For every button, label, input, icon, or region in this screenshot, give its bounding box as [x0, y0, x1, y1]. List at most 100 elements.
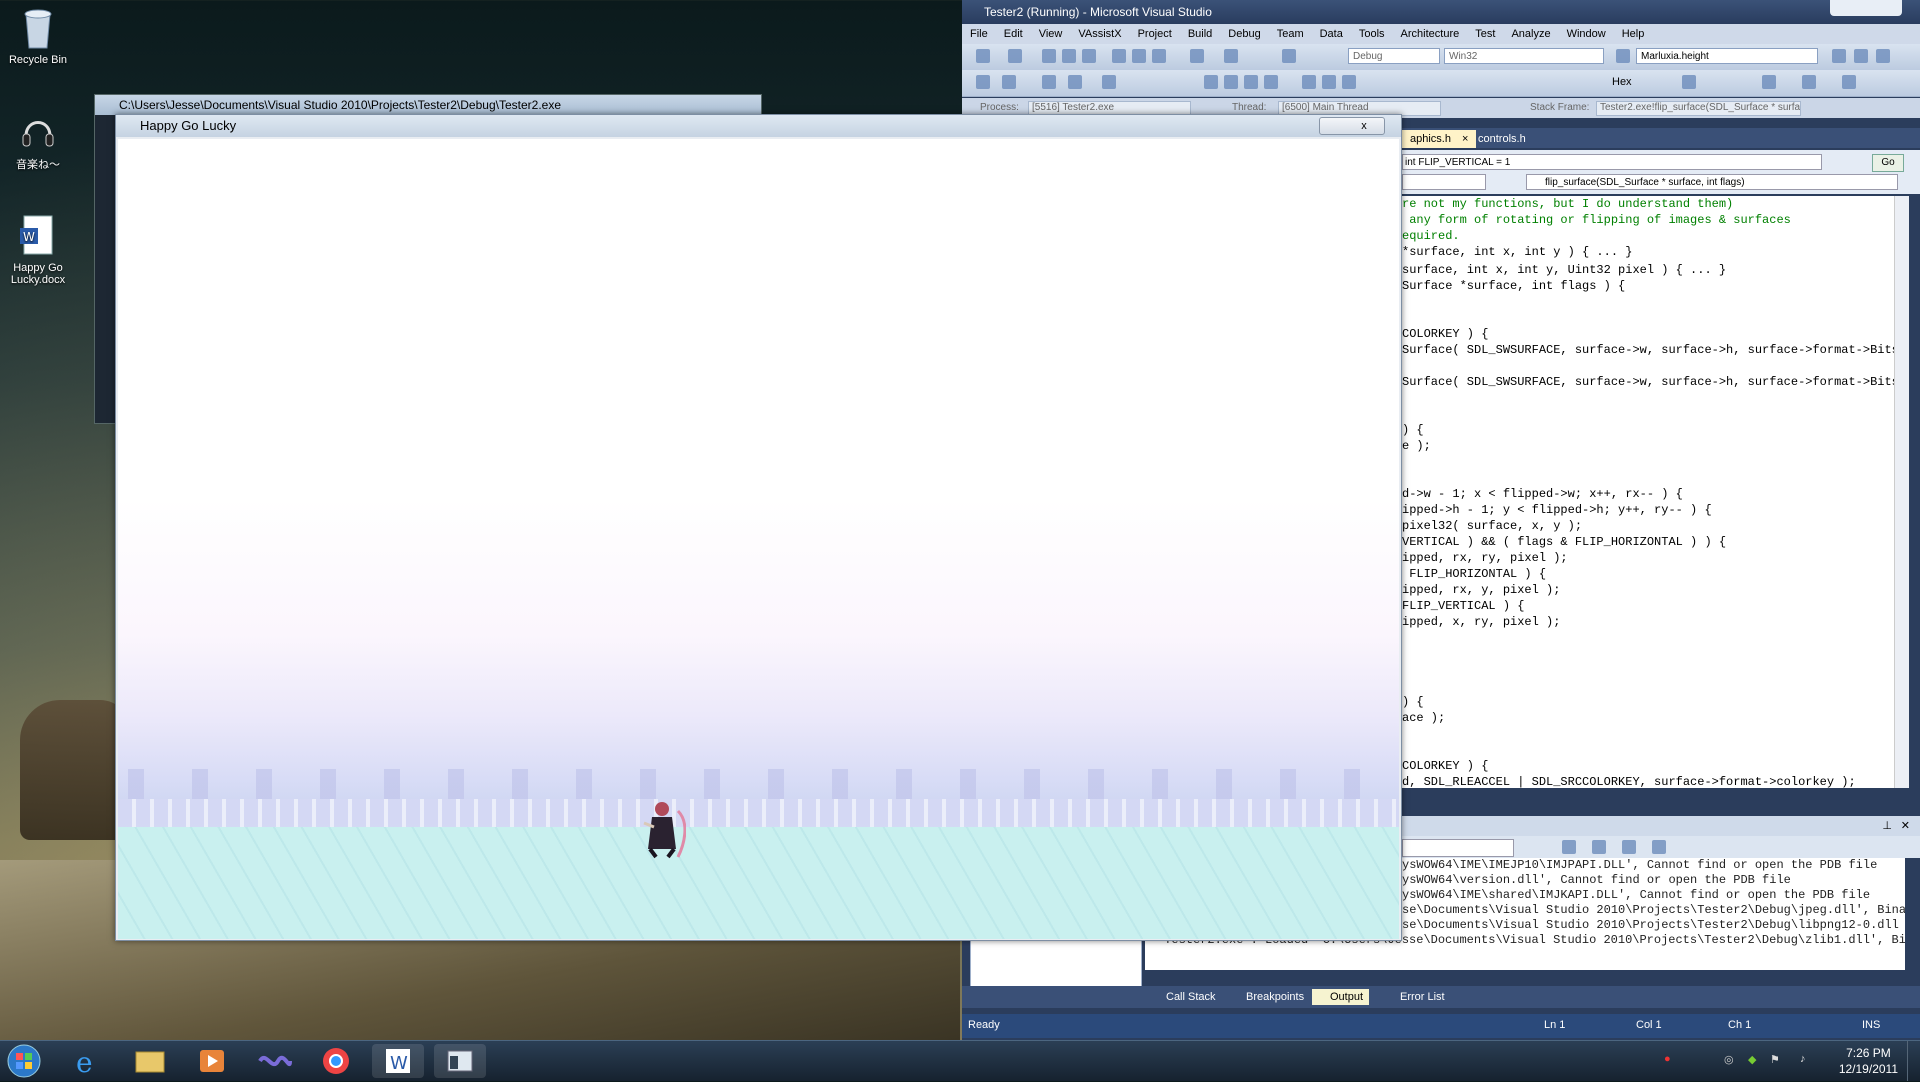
tab-error-list[interactable]: Error List	[1382, 989, 1445, 1005]
paste-icon[interactable]	[1152, 49, 1166, 63]
platform-select[interactable]: Win32	[1444, 48, 1604, 64]
console-app-icon[interactable]	[434, 1044, 486, 1078]
desktop-icon-docx[interactable]: W Happy Go Lucky.docx	[0, 214, 76, 286]
word-icon[interactable]: W	[372, 1044, 424, 1078]
output-line: se\Documents\Visual Studio 2010\Projects…	[1402, 903, 1905, 917]
vs-title-bar[interactable]: Tester2 (Running) - Microsoft Visual Stu…	[962, 0, 1920, 24]
desktop-icon-music-folder[interactable]: 音楽ね～	[0, 108, 76, 172]
menu-analyze[interactable]: Analyze	[1503, 28, 1558, 40]
hex-button[interactable]: Hex	[1612, 76, 1632, 88]
menu-vassistx[interactable]: VAssistX	[1070, 28, 1129, 40]
comment-icon[interactable]	[1068, 75, 1082, 89]
nvidia-icon[interactable]: ◆	[1748, 1053, 1756, 1066]
desktop-icon-recycle-bin[interactable]: Recycle Bin	[0, 6, 76, 66]
cut-icon[interactable]	[1112, 49, 1126, 63]
new-project-icon[interactable]	[976, 49, 990, 63]
tab-graphics-h[interactable]: aphics.h ×	[1402, 130, 1477, 148]
tab-output[interactable]: Output	[1312, 989, 1370, 1005]
go-button[interactable]: Go	[1872, 154, 1904, 172]
menu-debug[interactable]: Debug	[1220, 28, 1268, 40]
volume-icon[interactable]: ♪	[1800, 1053, 1806, 1065]
show-desktop-button[interactable]	[1907, 1041, 1920, 1081]
toolbar-icon[interactable]	[1762, 75, 1776, 89]
game-title-bar[interactable]: Happy Go Lucky x	[116, 115, 1401, 137]
toolbar-icon[interactable]	[1002, 75, 1016, 89]
indent-icon[interactable]	[1042, 75, 1056, 89]
clear-all-icon[interactable]	[1622, 840, 1636, 854]
output-line: ysWOW64\IME\IMEJP10\IMJPAPI.DLL', Cannot…	[1402, 858, 1878, 872]
tab-breakpoints[interactable]: Breakpoints	[1228, 989, 1304, 1005]
action-center-icon[interactable]: ⚑	[1770, 1053, 1780, 1066]
menu-window[interactable]: Window	[1559, 28, 1614, 40]
close-icon[interactable]: ✕	[1901, 819, 1910, 832]
tab-call-stack[interactable]: Call Stack	[1148, 989, 1216, 1005]
scope-select[interactable]: int FLIP_VERTICAL = 1	[1402, 154, 1822, 170]
internet-explorer-icon[interactable]: e	[62, 1044, 114, 1079]
stop-icon[interactable]	[1244, 75, 1258, 89]
menu-build[interactable]: Build	[1180, 28, 1220, 40]
continue-icon[interactable]	[1204, 75, 1218, 89]
toolbar-icon[interactable]	[1842, 75, 1856, 89]
close-icon[interactable]: ×	[1462, 133, 1468, 145]
vs-status-bar: Ready Ln 1 Col 1 Ch 1 INS	[962, 1014, 1920, 1038]
network-icon[interactable]: ◎	[1724, 1053, 1734, 1066]
undo-icon[interactable]	[1190, 49, 1204, 63]
configuration-select[interactable]: Debug	[1348, 48, 1440, 64]
save-all-icon[interactable]	[1082, 49, 1096, 63]
menu-data[interactable]: Data	[1312, 28, 1351, 40]
toolbox-icon[interactable]	[1876, 49, 1890, 63]
chrome-icon[interactable]	[310, 1044, 362, 1078]
step-over-icon[interactable]	[1322, 75, 1336, 89]
media-player-icon[interactable]	[186, 1044, 238, 1078]
taskbar-clock[interactable]: 7:26 PM 12/19/2011	[1839, 1045, 1898, 1077]
pin-icon[interactable]: ⊥	[1882, 819, 1892, 832]
menu-test[interactable]: Test	[1467, 28, 1503, 40]
prev-message-icon[interactable]	[1592, 840, 1606, 854]
vs-window-buttons[interactable]	[1830, 0, 1902, 16]
code-line: ace );	[1402, 711, 1446, 725]
file-explorer-icon[interactable]	[124, 1044, 176, 1078]
word-wrap-icon[interactable]	[1652, 840, 1666, 854]
step-out-icon[interactable]	[1342, 75, 1356, 89]
find-icon[interactable]	[1616, 49, 1630, 63]
properties-icon[interactable]	[1854, 49, 1868, 63]
copy-icon[interactable]	[1132, 49, 1146, 63]
find-message-icon[interactable]	[1562, 840, 1576, 854]
tab-controls-h[interactable]: controls.h	[1470, 130, 1534, 148]
bookmark-icon[interactable]	[1102, 75, 1116, 89]
step-into-icon[interactable]	[1302, 75, 1316, 89]
game-window[interactable]: Happy Go Lucky x	[115, 114, 1402, 941]
add-item-icon[interactable]	[1008, 49, 1022, 63]
menu-file[interactable]: File	[962, 28, 996, 40]
menu-project[interactable]: Project	[1130, 28, 1180, 40]
console-title-bar[interactable]: C:\Users\Jesse\Documents\Visual Studio 2…	[95, 95, 761, 115]
start-icon[interactable]	[1282, 49, 1296, 63]
breakpoint-icon[interactable]	[1682, 75, 1696, 89]
start-button[interactable]	[4, 1043, 44, 1079]
stack-frame-select[interactable]: Tester2.exe!flip_surface(SDL_Surface * s…	[1596, 101, 1801, 116]
find-combo[interactable]: Marluxia.height	[1636, 48, 1818, 64]
pause-icon[interactable]	[1224, 75, 1238, 89]
open-folder-icon[interactable]	[1042, 49, 1056, 63]
menu-tools[interactable]: Tools	[1351, 28, 1393, 40]
solution-explorer-icon[interactable]	[1832, 49, 1846, 63]
output-source-select[interactable]	[1402, 839, 1514, 857]
menu-team[interactable]: Team	[1269, 28, 1312, 40]
menu-architecture[interactable]: Architecture	[1393, 28, 1468, 40]
toolbar-icon[interactable]	[1802, 75, 1816, 89]
save-icon[interactable]	[1062, 49, 1076, 63]
menu-edit[interactable]: Edit	[996, 28, 1031, 40]
editor-vertical-scrollbar[interactable]	[1894, 196, 1909, 788]
process-label: Process:	[980, 102, 1019, 113]
visual-studio-icon[interactable]	[248, 1044, 300, 1078]
restart-icon[interactable]	[1264, 75, 1278, 89]
notification-icon[interactable]: ●	[1664, 1053, 1671, 1065]
redo-icon[interactable]	[1224, 49, 1238, 63]
menu-help[interactable]: Help	[1614, 28, 1653, 40]
menu-view[interactable]: View	[1031, 28, 1071, 40]
close-button[interactable]: x	[1319, 117, 1385, 135]
toolbar-icon[interactable]	[976, 75, 990, 89]
member-select[interactable]: flip_surface(SDL_Surface * surface, int …	[1526, 174, 1898, 190]
member-select-left[interactable]	[1402, 174, 1486, 190]
game-canvas[interactable]	[118, 139, 1399, 939]
